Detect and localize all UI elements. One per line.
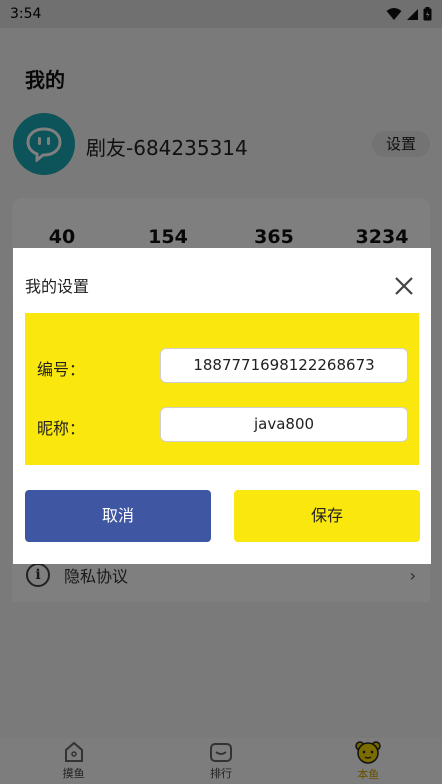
form-area: 编号： 1887771698122268673 昵称： java800 (25, 313, 419, 465)
nickname-field[interactable]: java800 (160, 407, 408, 442)
close-icon[interactable] (392, 274, 416, 298)
dialog-title: 我的设置 (25, 277, 90, 296)
id-field[interactable]: 1887771698122268673 (160, 348, 408, 383)
settings-dialog: 我的设置 编号： 1887771698122268673 昵称： java800… (13, 248, 431, 564)
cancel-button[interactable]: 取消 (25, 490, 211, 542)
save-button[interactable]: 保存 (234, 490, 420, 542)
id-label: 编号： (37, 360, 86, 379)
nickname-label: 昵称： (37, 419, 86, 438)
